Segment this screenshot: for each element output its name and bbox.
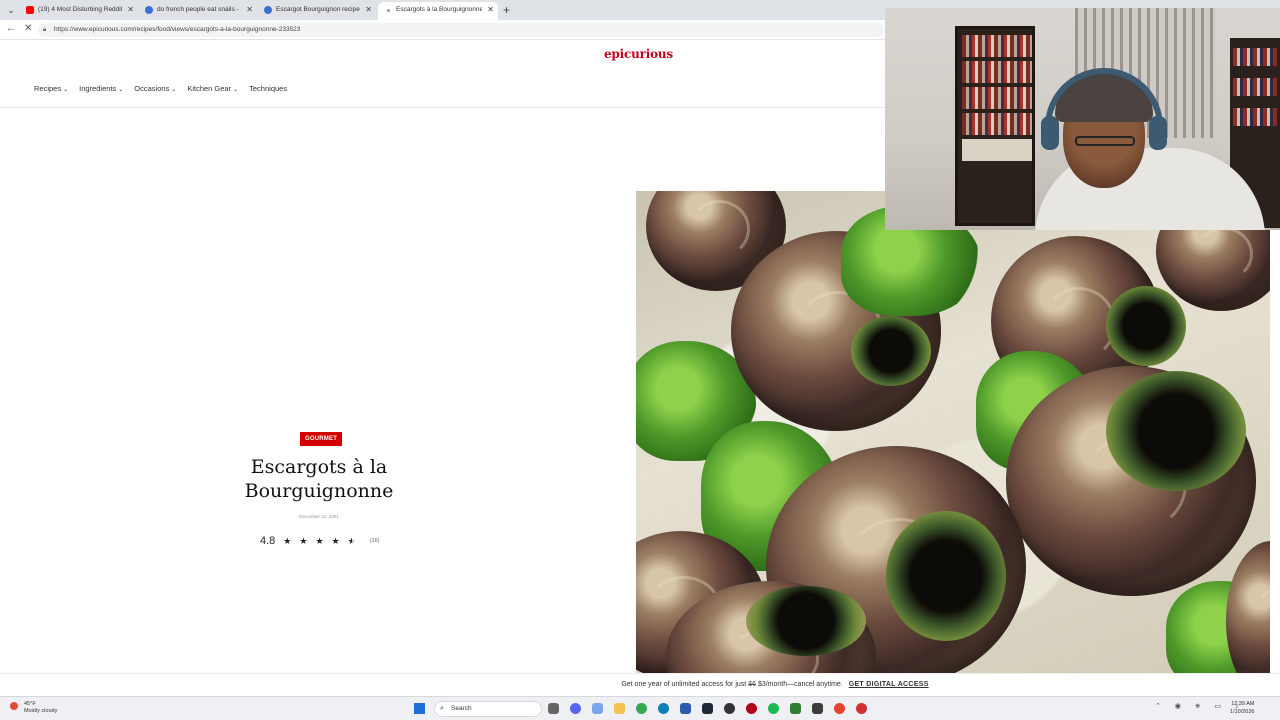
main-nav: Recipes ⌄ Ingredients ⌄ Occasions ⌄ Kitchen… [34, 84, 287, 93]
app-icon[interactable] [790, 703, 801, 714]
close-tab-icon[interactable]: ✕ [365, 2, 372, 18]
promo-old-price: $6 [748, 681, 756, 688]
star-icon: ★ [299, 535, 308, 546]
nav-label: Kitchen Gear [187, 84, 232, 93]
task-view-icon[interactable] [548, 703, 559, 714]
promo-new-price: $3/month [757, 681, 788, 688]
app-icon[interactable] [680, 703, 691, 714]
tab-title: do french people eat snails - Sear... [157, 6, 241, 13]
recipe-photo [636, 191, 1270, 673]
weather-icon [10, 702, 18, 710]
close-tab-icon[interactable]: ✕ [487, 2, 494, 18]
nav-label: Ingredients [79, 84, 117, 93]
promo-text: Get one year of unlimited access for jus… [621, 681, 747, 688]
loading-icon [387, 9, 390, 12]
site-logo[interactable]: epicurious [604, 47, 673, 61]
tab-title: Escargot Bourguignon recipe - Sear... [276, 6, 360, 13]
windows-start-icon[interactable] [414, 703, 425, 714]
chevron-down-icon: ⌄ [63, 87, 69, 93]
app-icon[interactable] [834, 703, 845, 714]
bookshelf [955, 26, 1035, 226]
windows-taskbar: 45°F Mostly cloudy ⌕ Search ⌃ ◉ ⎈ ▭ ♪ 12… [0, 696, 1280, 720]
source-badge[interactable]: GOURMET [300, 432, 343, 446]
weather-widget[interactable]: 45°F Mostly cloudy [10, 701, 57, 715]
tab-search-icon[interactable]: ⌄ [4, 3, 18, 17]
recipe-title: Escargots à la Bourguignonne [210, 455, 428, 503]
steam-icon[interactable] [702, 703, 713, 714]
star-icon: ★ [331, 535, 340, 546]
tab-search-snails[interactable]: do french people eat snails - Sear... ✕ [139, 2, 257, 20]
close-tab-icon[interactable]: ✕ [246, 2, 253, 18]
app-icon[interactable] [812, 703, 823, 714]
weather-desc: Mostly cloudy [24, 708, 58, 714]
tab-search-escargot[interactable]: Escargot Bourguignon recipe - Sear... ✕ [258, 2, 376, 20]
app-icon[interactable] [724, 703, 735, 714]
nav-occasions[interactable]: Occasions ⌄ [134, 84, 176, 93]
close-tab-icon[interactable]: ✕ [127, 2, 134, 18]
publish-date: December 31, 2001 [299, 514, 339, 519]
headset-ear [1041, 116, 1059, 150]
weather-temp: 45°F [24, 701, 36, 707]
tab-epicurious[interactable]: Escargots à la Bourguignonne Rec... ✕ [378, 2, 498, 20]
reload-icon[interactable]: ✕ [24, 23, 32, 34]
tab-reddit[interactable]: (19) 4 Most Disturbing Reddit Thr... ✕ [20, 2, 138, 20]
webcam-overlay [885, 8, 1280, 230]
nav-label: Recipes [34, 84, 62, 93]
file-explorer-icon[interactable] [614, 703, 625, 714]
rating-value: 4.8 [260, 535, 276, 547]
tab-title: (19) 4 Most Disturbing Reddit Thr... [38, 6, 122, 13]
search-icon: ⌕ [440, 705, 444, 712]
url-text: https://www.epicurious.com/recipes/food/… [54, 26, 301, 33]
recipe-title-line: Escargots à la [250, 456, 388, 478]
search-icon [145, 6, 153, 14]
nav-label: Occasions [134, 84, 170, 93]
star-icon: ★ [283, 535, 292, 546]
nav-techniques[interactable]: Techniques [249, 84, 287, 93]
edge-icon[interactable] [658, 703, 669, 714]
recipe-title-line: Bourguignonne [244, 480, 394, 502]
chrome-icon[interactable] [636, 703, 647, 714]
headset-ear [1149, 116, 1167, 150]
app-icon[interactable] [746, 703, 757, 714]
glasses [1075, 136, 1135, 146]
taskbar-search[interactable]: ⌕ Search [434, 701, 542, 717]
spotify-icon[interactable] [768, 703, 779, 714]
rating[interactable]: 4.8 ★ ★ ★ ★ ★ (16) [260, 535, 379, 547]
promo-suffix: —cancel anytime. [787, 681, 843, 688]
chevron-down-icon: ⌄ [171, 87, 177, 93]
tab-title: Escargots à la Bourguignonne Rec... [396, 6, 482, 13]
url-field[interactable]: 🔒︎ https://www.epicurious.com/recipes/fo… [38, 23, 884, 37]
youtube-icon [26, 6, 34, 14]
subscription-banner: Get one year of unlimited access for jus… [0, 673, 1280, 696]
clock-time: 12:39 AM [1231, 701, 1255, 707]
nav-kitchen-gear[interactable]: Kitchen Gear ⌄ [187, 84, 238, 93]
clock[interactable]: 12:39 AM 1/10/2026 [1230, 700, 1254, 716]
discord-icon[interactable] [570, 703, 581, 714]
half-star-icon: ★ [347, 535, 356, 546]
clock-date: 1/10/2026 [1230, 709, 1255, 715]
get-digital-access-link[interactable]: GET DIGITAL ACCESS [849, 681, 929, 688]
chevron-down-icon: ⌄ [118, 87, 124, 93]
taskbar-search-label: Search [451, 705, 472, 712]
rating-count: (16) [369, 538, 380, 544]
search-icon [264, 6, 272, 14]
star-icon: ★ [315, 535, 324, 546]
new-tab-button[interactable]: + [503, 2, 510, 18]
app-icon[interactable] [592, 703, 603, 714]
chevron-down-icon: ⌄ [233, 87, 239, 93]
back-arrow-icon[interactable]: ← [6, 23, 16, 34]
nav-label: Techniques [249, 84, 288, 93]
nav-ingredients[interactable]: Ingredients ⌄ [79, 84, 123, 93]
nav-recipes[interactable]: Recipes ⌄ [34, 84, 68, 93]
lock-icon: 🔒︎ [43, 27, 47, 33]
app-icon[interactable] [856, 703, 867, 714]
